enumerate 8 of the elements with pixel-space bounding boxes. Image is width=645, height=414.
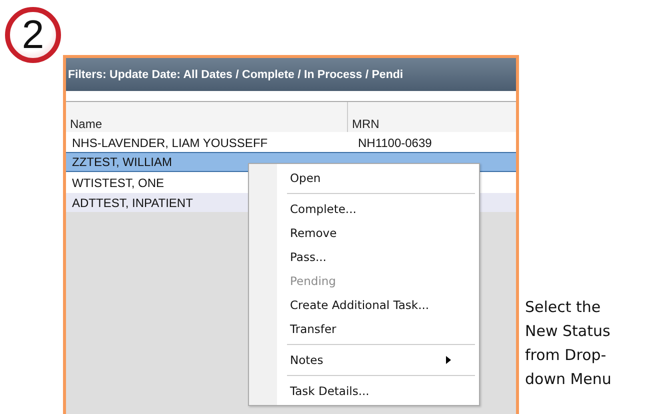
table-cell: WTISTEST, ONE <box>72 176 164 190</box>
caption-text: Select the New Status from Drop-down Menu <box>525 297 612 390</box>
step-badge: 2 <box>5 7 61 63</box>
table-cell: ADTTEST, INPATIENT <box>72 196 193 210</box>
table-cell: NHS-LAVENDER, LIAM YOUSSEFF <box>72 136 268 150</box>
table-cell: ZZTEST, WILLIAM <box>72 155 172 169</box>
table-cell: NH1100-0639 <box>358 136 432 150</box>
filter-text: Filters: Update Date: All Dates / Complete / In Process / Pendi <box>68 68 404 80</box>
